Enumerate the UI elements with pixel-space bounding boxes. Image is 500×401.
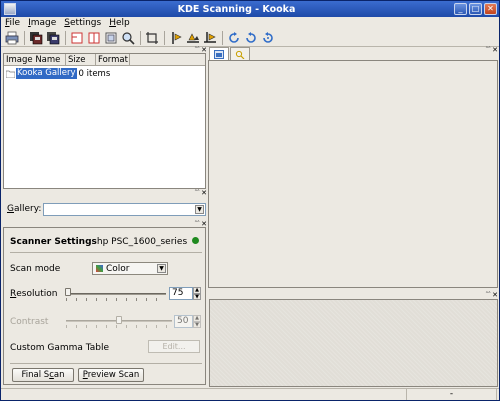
maximize-button[interactable]: □ bbox=[469, 3, 482, 15]
crop-icon[interactable] bbox=[144, 30, 159, 45]
minimize-button[interactable]: _ bbox=[454, 3, 467, 15]
scan-mode-row: Scan mode Color ▼ bbox=[10, 262, 168, 275]
resolution-label: Resolution bbox=[10, 289, 58, 299]
gallery-label: Gallery: bbox=[7, 204, 42, 214]
resolution-slider-track[interactable] bbox=[66, 293, 166, 295]
toolbar bbox=[1, 29, 499, 47]
menu-image[interactable]: Image bbox=[28, 18, 56, 28]
print-icon[interactable] bbox=[4, 30, 19, 45]
search-icon bbox=[235, 50, 245, 59]
preview-tabs bbox=[209, 47, 251, 61]
gallery-item-size: 0 items bbox=[78, 68, 111, 79]
zoom-icon[interactable] bbox=[120, 30, 135, 45]
viewer-dock-handle[interactable]: ˄˄ ✕ bbox=[441, 291, 498, 299]
preview-tab-icon bbox=[214, 50, 224, 59]
gallery-selector: Gallery: ▼ bbox=[3, 196, 206, 222]
scanner-settings-heading: Scanner Settings bbox=[10, 237, 97, 247]
final-scan-button[interactable]: Final Scan bbox=[12, 368, 74, 382]
scan-mode-value: Color bbox=[106, 263, 130, 274]
scanner-device: hp PSC_1600_series bbox=[96, 237, 188, 247]
gamma-label: Custom Gamma Table bbox=[10, 343, 110, 353]
scan-mode-combo[interactable]: Color ▼ bbox=[92, 262, 168, 275]
mirror-horizontal-icon[interactable] bbox=[168, 30, 183, 45]
toolbar-separator bbox=[140, 30, 141, 45]
gallery-combo[interactable]: ▼ bbox=[43, 202, 206, 216]
close-button[interactable]: ✕ bbox=[484, 3, 497, 15]
divider bbox=[10, 252, 202, 253]
close-icon[interactable]: ✕ bbox=[492, 291, 498, 299]
rotate-counterclockwise-icon[interactable] bbox=[243, 30, 258, 45]
contrast-slider-ticks bbox=[66, 325, 172, 328]
preview-area[interactable] bbox=[208, 60, 498, 288]
color-mode-icon bbox=[96, 265, 103, 272]
toolbar-separator bbox=[222, 30, 223, 45]
contrast-spinbox: 50 ▲ ▼ bbox=[174, 315, 201, 328]
save-as-icon[interactable] bbox=[45, 30, 60, 45]
scanner-settings-panel: Scanner Settings hp PSC_1600_series Scan… bbox=[3, 227, 206, 385]
edit-gamma-button: Edit... bbox=[148, 340, 200, 353]
close-icon[interactable]: ✕ bbox=[492, 46, 498, 54]
kooka-window: KDE Scanning - Kooka _ □ ✕ File Image Se… bbox=[0, 0, 500, 401]
resolution-slider-thumb[interactable] bbox=[65, 288, 71, 296]
scan-mode-label: Scan mode bbox=[10, 263, 61, 274]
app-icon[interactable] bbox=[4, 3, 16, 15]
gallery-item-name[interactable]: Kooka Gallery bbox=[16, 68, 77, 79]
toolbar-separator bbox=[65, 30, 66, 45]
mirror-both-icon[interactable] bbox=[202, 30, 217, 45]
column-image-name[interactable]: Image Name bbox=[4, 54, 66, 65]
menu-file[interactable]: File bbox=[5, 18, 20, 28]
resolution-slider-ticks bbox=[66, 298, 166, 301]
resolution-spinbox[interactable]: 75 ▲ ▼ bbox=[169, 287, 201, 300]
contrast-label: Contrast bbox=[10, 317, 49, 327]
image-list[interactable]: Image Name Size Format Kooka Gallery 0 i… bbox=[3, 53, 206, 189]
folder-icon bbox=[6, 70, 15, 78]
window-title: KDE Scanning - Kooka bbox=[177, 3, 296, 15]
scanner-status-indicator bbox=[192, 237, 199, 244]
image-list-header: Image Name Size Format bbox=[4, 54, 205, 66]
image-viewer-area[interactable] bbox=[209, 299, 498, 387]
mirror-vertical-icon[interactable] bbox=[185, 30, 200, 45]
spin-down-icon[interactable]: ▼ bbox=[193, 293, 201, 300]
contrast-value: 50 bbox=[174, 315, 193, 328]
flip-image-icon[interactable] bbox=[86, 30, 101, 45]
menu-settings[interactable]: Settings bbox=[64, 18, 101, 28]
statusbar: - bbox=[1, 388, 499, 400]
tab-preview[interactable] bbox=[209, 47, 229, 61]
chevron-down-icon[interactable]: ▼ bbox=[195, 204, 204, 214]
divider bbox=[10, 363, 202, 364]
menu-help[interactable]: Help bbox=[109, 18, 130, 28]
spin-down-icon: ▼ bbox=[193, 321, 201, 328]
chevron-down-icon[interactable]: ▼ bbox=[157, 264, 166, 273]
toolbar-separator bbox=[24, 30, 25, 45]
preview-dock-handle[interactable]: ˄˄ ✕ bbox=[441, 46, 498, 54]
preview-scan-button[interactable]: Preview Scan bbox=[78, 368, 144, 382]
rotate-180-icon[interactable] bbox=[260, 30, 275, 45]
toolbar-separator bbox=[164, 30, 165, 45]
scanner-header: Scanner Settings hp PSC_1600_series bbox=[10, 237, 187, 247]
rotate-image-icon[interactable] bbox=[69, 30, 84, 45]
tab-ocr[interactable] bbox=[230, 47, 250, 60]
menubar: File Image Settings Help bbox=[1, 17, 499, 29]
status-indicator: - bbox=[407, 389, 497, 400]
resolution-value[interactable]: 75 bbox=[169, 287, 193, 300]
column-format[interactable]: Format bbox=[96, 54, 130, 65]
status-message bbox=[1, 389, 407, 400]
rotate-clockwise-icon[interactable] bbox=[226, 30, 241, 45]
list-item[interactable]: Kooka Gallery 0 items bbox=[4, 68, 205, 79]
contrast-slider-thumb bbox=[116, 316, 122, 324]
title-bar[interactable]: KDE Scanning - Kooka _ □ ✕ bbox=[1, 1, 499, 17]
fit-image-icon[interactable] bbox=[103, 30, 118, 45]
column-size[interactable]: Size bbox=[66, 54, 96, 65]
save-image-icon[interactable] bbox=[28, 30, 43, 45]
